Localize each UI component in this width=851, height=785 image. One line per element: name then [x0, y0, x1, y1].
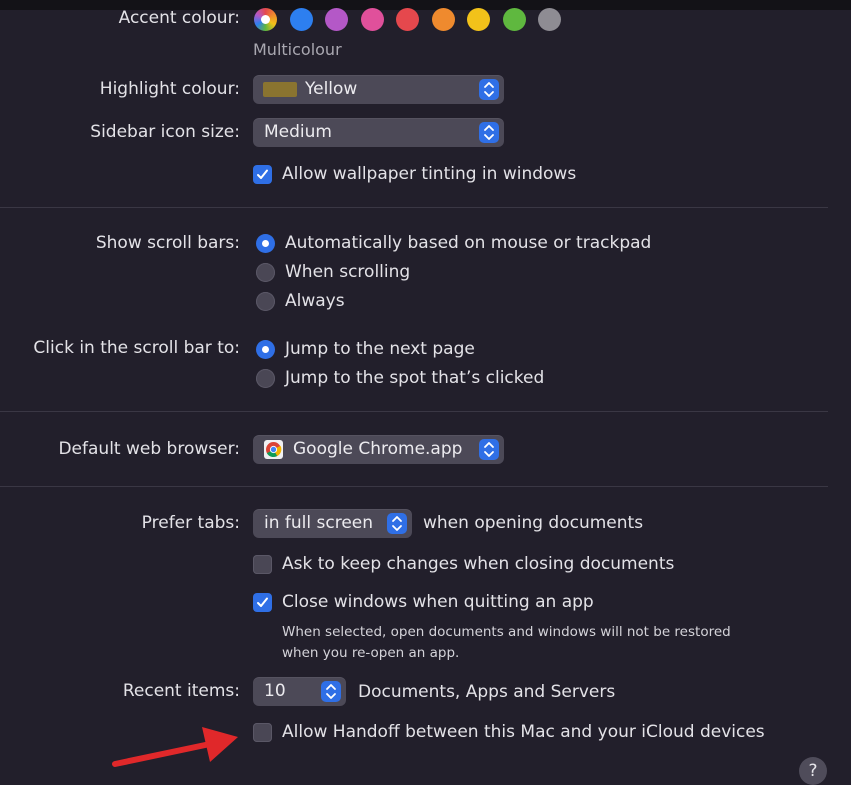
accent-swatch-purple[interactable]	[325, 8, 348, 31]
handoff-label: Allow Handoff between this Mac and your …	[282, 722, 765, 742]
accent-swatch-blue[interactable]	[289, 8, 313, 31]
highlight-colour-label: Highlight colour:	[99, 79, 240, 99]
accent-swatch-orange[interactable]	[431, 8, 455, 31]
sidebar-icon-size-label: Sidebar icon size:	[90, 122, 240, 142]
divider	[0, 411, 828, 412]
prefer-tabs-select[interactable]: in full screen	[253, 509, 412, 538]
show-scroll-bars-label: Show scroll bars:	[95, 233, 240, 253]
close-windows-note-line2: when you re-open an app.	[282, 645, 460, 661]
recent-items-select[interactable]: 10	[253, 677, 346, 706]
sidebar-icon-size-select[interactable]: Medium	[253, 118, 504, 147]
accent-selected-name: Multicolour	[253, 40, 342, 59]
click-next-page-radio[interactable]	[256, 340, 275, 359]
default-browser-value: Google Chrome.app	[293, 439, 463, 459]
close-windows-label: Close windows when quitting an app	[282, 592, 594, 612]
scroll-bars-when-scrolling-label: When scrolling	[285, 262, 411, 282]
chevron-updown-icon	[321, 681, 341, 702]
accent-swatch-green[interactable]	[502, 8, 526, 31]
wallpaper-tinting-checkbox[interactable]	[253, 165, 272, 184]
recent-items-label: Recent items:	[122, 681, 240, 701]
prefer-tabs-value: in full screen	[264, 513, 374, 533]
wallpaper-tinting-label: Allow wallpaper tinting in windows	[282, 164, 577, 184]
accent-swatch-graphite[interactable]	[538, 8, 561, 31]
scroll-bars-always-radio[interactable]	[256, 292, 275, 311]
ask-keep-changes-label: Ask to keep changes when closing documen…	[282, 554, 675, 574]
handoff-checkbox[interactable]	[253, 723, 272, 742]
click-spot-clicked-label: Jump to the spot that’s clicked	[285, 368, 545, 388]
prefer-tabs-label: Prefer tabs:	[141, 513, 240, 533]
divider	[0, 207, 828, 208]
chevron-updown-icon	[387, 513, 407, 534]
default-browser-select[interactable]: Google Chrome.app	[253, 435, 504, 464]
ask-keep-changes-checkbox[interactable]	[253, 555, 272, 574]
scroll-bars-automatic-radio[interactable]	[256, 234, 275, 253]
recent-items-value: 10	[264, 681, 286, 701]
accent-colour-label: Accent colour:	[118, 8, 240, 28]
highlight-swatch	[263, 82, 297, 97]
default-browser-label: Default web browser:	[58, 439, 240, 459]
accent-swatch-pink[interactable]	[360, 8, 384, 31]
sidebar-icon-size-value: Medium	[264, 122, 332, 142]
divider	[0, 486, 828, 487]
scroll-bars-when-scrolling-radio[interactable]	[256, 263, 275, 282]
prefer-tabs-suffix: when opening documents	[423, 513, 644, 533]
accent-swatch-multicolour[interactable]	[254, 8, 277, 31]
click-spot-clicked-radio[interactable]	[256, 369, 275, 388]
recent-items-suffix: Documents, Apps and Servers	[358, 682, 616, 702]
highlight-colour-select[interactable]: Yellow	[253, 75, 504, 104]
scroll-bars-automatic-label: Automatically based on mouse or trackpad	[285, 233, 652, 253]
scroll-bars-always-label: Always	[285, 291, 345, 311]
accent-swatch-yellow[interactable]	[467, 8, 490, 31]
help-button[interactable]: ?	[799, 757, 827, 785]
click-next-page-label: Jump to the next page	[285, 339, 475, 359]
chevron-updown-icon	[479, 122, 499, 143]
chevron-updown-icon	[479, 439, 499, 460]
close-windows-checkbox[interactable]	[253, 593, 272, 612]
highlight-colour-value: Yellow	[305, 79, 358, 99]
selected-dot	[261, 15, 270, 24]
accent-swatch-red[interactable]	[396, 8, 419, 31]
chevron-updown-icon	[479, 79, 499, 100]
red-arrow-annotation	[112, 727, 238, 767]
click-scroll-bar-label: Click in the scroll bar to:	[33, 338, 240, 358]
chrome-icon	[264, 440, 283, 459]
close-windows-note-line1: When selected, open documents and window…	[282, 624, 731, 640]
